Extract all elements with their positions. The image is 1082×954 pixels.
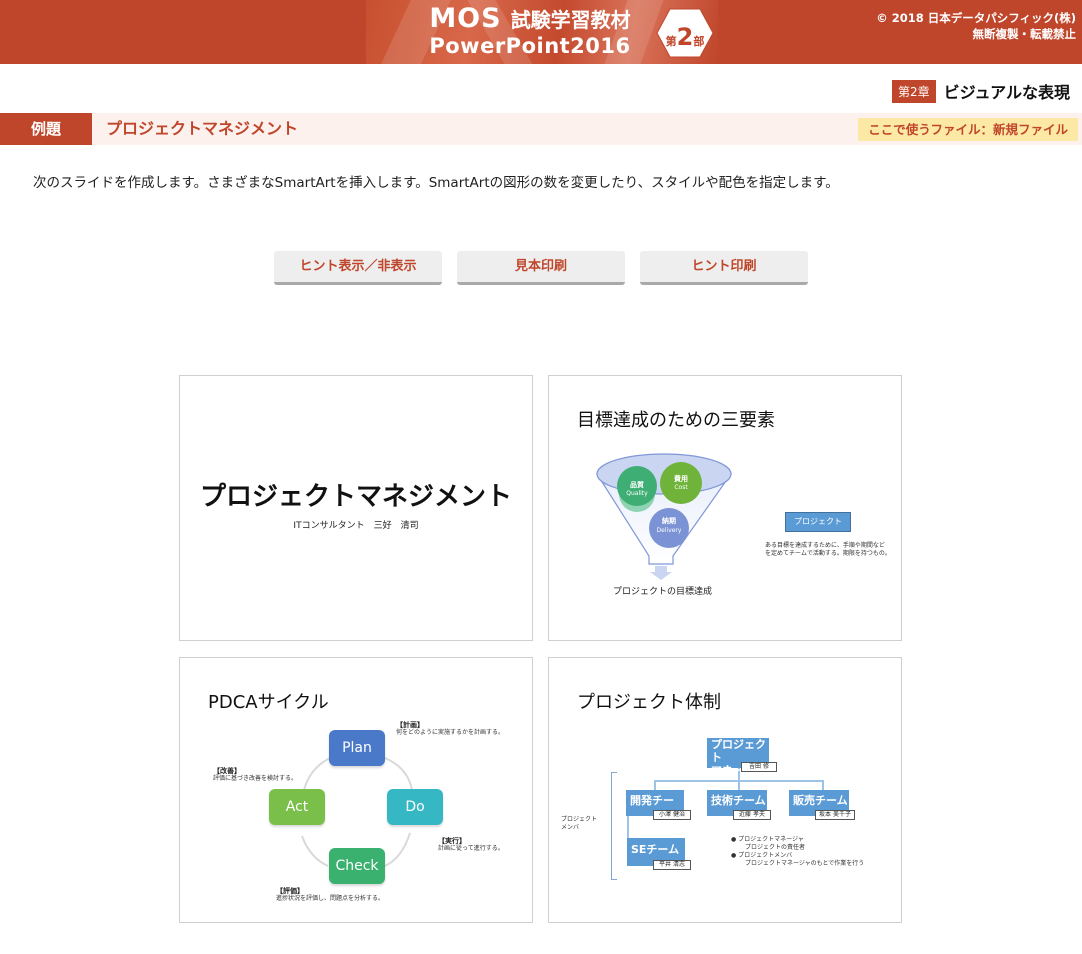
part-number: 2 [676, 23, 694, 51]
legend-item-2: ● プロジェクトメンバ [731, 852, 793, 859]
legend-item-1-label: プロジェクトマネージャ [738, 836, 804, 843]
se-team-name: 平井 清志 [653, 860, 691, 870]
delivery-en-label: Delivery [656, 527, 682, 534]
slide3-title: PDCAサイクル [208, 692, 329, 713]
banner-title: MOS 試験学習教材 PowerPoint2016 [410, 5, 650, 57]
quality-en-label: Quality [626, 490, 648, 497]
do-box: Do [387, 789, 443, 825]
copyright: © 2018 日本データパシフィック(株) 無断複製・転載禁止 [876, 10, 1076, 42]
slide1-subtitle: ITコンサルタント 三好 清司 [293, 521, 419, 531]
slide4-title: プロジェクト体制 [577, 692, 721, 713]
banner-subtitle: 試験学習教材 [510, 8, 631, 32]
act-box: Act [269, 789, 325, 825]
chapter-heading: 第2章 ビジュアルな表現 [891, 78, 1070, 104]
pm-name: 吉田 修 [741, 762, 777, 772]
banner-product: PowerPoint2016 [429, 34, 631, 58]
connector-line [738, 780, 740, 790]
exercise-description: 次のスライドを作成します。さまざまなSmartArtを挿入します。SmartAr… [33, 175, 839, 191]
project-note-1: ある目標を達成するために、手順や期間など [765, 542, 885, 549]
part-badge: 第2部 [656, 8, 714, 58]
sample-print-button[interactable]: 見本印刷 [457, 251, 625, 285]
legend-item-2-sub: プロジェクトマネージャのもとで作業を行う [745, 860, 865, 867]
copyright-line: © 2018 日本データパシフィック(株) [876, 11, 1076, 25]
hint-toggle-button[interactable]: ヒント表示／非表示 [274, 251, 442, 285]
banner-mos: MOS [429, 3, 502, 34]
act-note: 評価に基づき改善を検討する。 [213, 775, 298, 782]
slide-thumbnail-4[interactable]: プロジェクト体制 プロジェクト マネージャ 吉田 修 開発チーム 小澤 健治 技… [548, 657, 902, 923]
members-label-2: メンバ [561, 824, 580, 831]
legend-item-1: ● プロジェクトマネージャ [731, 836, 804, 843]
connector-line [822, 780, 824, 790]
part-suffix: 部 [693, 35, 705, 48]
exercise-bar: 例題 プロジェクトマネジメント ここで使うファイル：新規ファイル [0, 113, 1082, 145]
quality-label: 品質 [630, 481, 644, 489]
chapter-badge: 第2章 [891, 79, 936, 103]
pm-title-line1: プロジェクト [711, 738, 766, 764]
sales-team-name: 坂本 美千子 [815, 810, 855, 820]
connector-line [654, 780, 656, 790]
check-note: 進捗状況を評価し、問題点を分析する。 [276, 895, 385, 902]
members-label-1: プロジェクト [561, 816, 598, 823]
slide2-title: 目標達成のための三要素 [577, 410, 775, 431]
slide-thumbnail-3[interactable]: PDCAサイクル Plan Do Check Act 【計画】 何をどのように実… [179, 657, 533, 923]
slide1-title: プロジェクトマネジメント [199, 482, 512, 512]
tech-team-name: 近藤 孝夫 [733, 810, 771, 820]
check-box: Check [329, 848, 385, 884]
slide-thumbnail-2[interactable]: 目標達成のための三要素 品質 Quality 費用 Cost 納期 Delive… [548, 375, 902, 641]
dev-team-name: 小澤 健治 [653, 810, 691, 820]
chapter-title: ビジュアルな表現 [943, 83, 1070, 102]
part-prefix: 第 [665, 35, 677, 48]
project-note-2: を定めてチームで活動する。期限を持つもの。 [765, 550, 891, 557]
cost-en-label: Cost [674, 484, 688, 491]
legend-item-1-sub: プロジェクトの責任者 [745, 844, 806, 851]
part-label: 第2部 [656, 23, 714, 51]
app-header: MOS 試験学習教材 PowerPoint2016 第2部 © 2018 日本デ… [0, 0, 1082, 64]
legend-item-2-label: プロジェクトメンバ [738, 852, 793, 859]
do-note: 計画に従って進行する。 [438, 845, 504, 852]
exercise-title: プロジェクトマネジメント [106, 119, 299, 138]
hint-print-button[interactable]: ヒント印刷 [640, 251, 808, 285]
project-box: プロジェクト [785, 512, 851, 532]
funnel-result-label: プロジェクトの目標達成 [613, 587, 713, 597]
plan-box: Plan [329, 730, 385, 766]
delivery-label: 納期 [662, 517, 676, 525]
copyright-notice: 無断複製・転載禁止 [972, 27, 1077, 41]
exercise-label: 例題 [0, 113, 92, 145]
plan-note: 何をどのように実施するかを計画する。 [396, 729, 505, 736]
cost-label: 費用 [674, 475, 688, 483]
file-tag: ここで使うファイル：新規ファイル [858, 118, 1078, 141]
slide-thumbnail-1[interactable]: プロジェクトマネジメント ITコンサルタント 三好 清司 [179, 375, 533, 641]
members-bracket [611, 772, 617, 880]
